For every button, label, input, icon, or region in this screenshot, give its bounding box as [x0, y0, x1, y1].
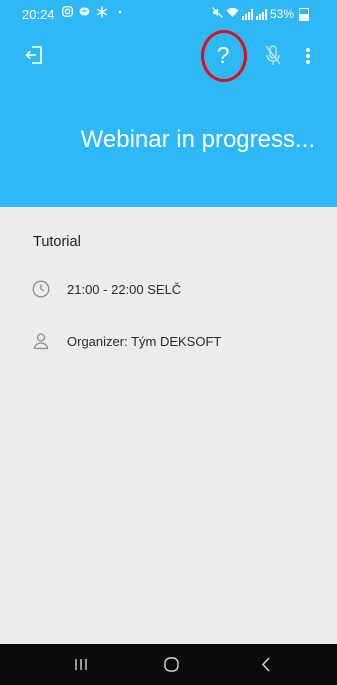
system-navigation-bar	[0, 644, 337, 685]
home-button[interactable]	[142, 644, 202, 685]
instagram-icon	[62, 6, 73, 21]
more-options-button[interactable]	[303, 44, 313, 68]
webinar-details: Tutorial 21:00 - 22:00 SELČ Organizer: T…	[0, 207, 337, 644]
event-organizer-row: Organizer: Tým DEKSOFT	[32, 332, 221, 350]
status-system-icons: 53%	[212, 7, 309, 21]
exit-button[interactable]	[24, 44, 46, 66]
wifi-icon	[226, 7, 239, 21]
exit-icon	[24, 46, 46, 70]
event-time: 21:00 - 22:00 SELČ	[67, 281, 182, 297]
back-icon	[236, 657, 296, 685]
snowflake-icon	[96, 6, 108, 21]
back-button[interactable]	[236, 644, 296, 685]
highlight-ring	[201, 30, 247, 82]
lte-signal-icon	[255, 8, 267, 20]
mic-off-icon	[263, 45, 283, 72]
status-bar: 20:24 53%	[0, 0, 337, 28]
app-header: 20:24 53% ? Webinar in progress...	[0, 0, 337, 207]
help-button[interactable]: ?	[201, 30, 247, 82]
person-icon	[32, 332, 50, 350]
messenger-icon	[79, 6, 90, 21]
signal-icon	[241, 8, 253, 20]
microphone-button[interactable]	[263, 44, 283, 68]
webinar-status-title: Webinar in progress...	[80, 126, 315, 153]
event-time-row: 21:00 - 22:00 SELČ	[32, 280, 181, 298]
event-title: Tutorial	[33, 234, 81, 250]
recent-apps-button[interactable]	[52, 644, 112, 685]
dot-icon	[118, 6, 122, 21]
event-organizer: Organizer: Tým DEKSOFT	[67, 333, 222, 349]
home-icon	[142, 657, 202, 685]
clock-icon	[32, 280, 50, 298]
battery-percent: 53%	[269, 7, 294, 21]
more-vert-icon	[303, 48, 313, 72]
app-bar: ?	[0, 28, 337, 84]
recent-apps-icon	[52, 659, 112, 685]
mute-icon	[212, 7, 223, 21]
status-notification-icons	[62, 6, 122, 21]
webinar-screen: 20:24 53% ? Webinar in progress... Tutor…	[0, 0, 337, 685]
battery-icon	[299, 7, 309, 21]
status-time: 20:24	[22, 7, 55, 22]
